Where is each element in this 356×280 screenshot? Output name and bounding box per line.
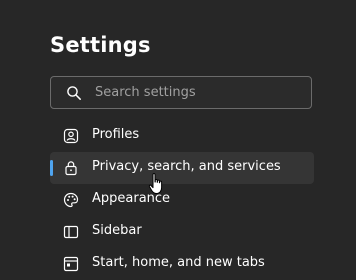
nav-item-privacy[interactable]: Privacy, search, and services [50,152,314,184]
nav-item-label: Start, home, and new tabs [92,255,265,270]
nav-item-profiles[interactable]: Profiles [50,120,314,152]
sidebar-icon [63,225,79,239]
nav-item-label: Privacy, search, and services [92,159,281,174]
nav-item-label: Sidebar [92,223,142,238]
nav-item-appearance[interactable]: Appearance [50,184,314,216]
active-indicator [50,160,53,176]
nav-item-start-home-tabs[interactable]: Start, home, and new tabs [50,248,314,280]
settings-nav: Profiles Privacy, search, and services A… [50,120,314,280]
search-icon [67,86,81,100]
lock-icon [65,161,77,176]
palette-icon [63,192,79,208]
nav-item-label: Appearance [92,191,171,206]
home-tabs-icon [63,256,79,272]
search-box[interactable] [50,76,312,109]
nav-item-label: Profiles [92,127,140,142]
profile-icon [63,128,79,144]
nav-item-sidebar[interactable]: Sidebar [50,216,314,248]
page-title: Settings [50,33,151,57]
search-input[interactable] [95,77,305,108]
